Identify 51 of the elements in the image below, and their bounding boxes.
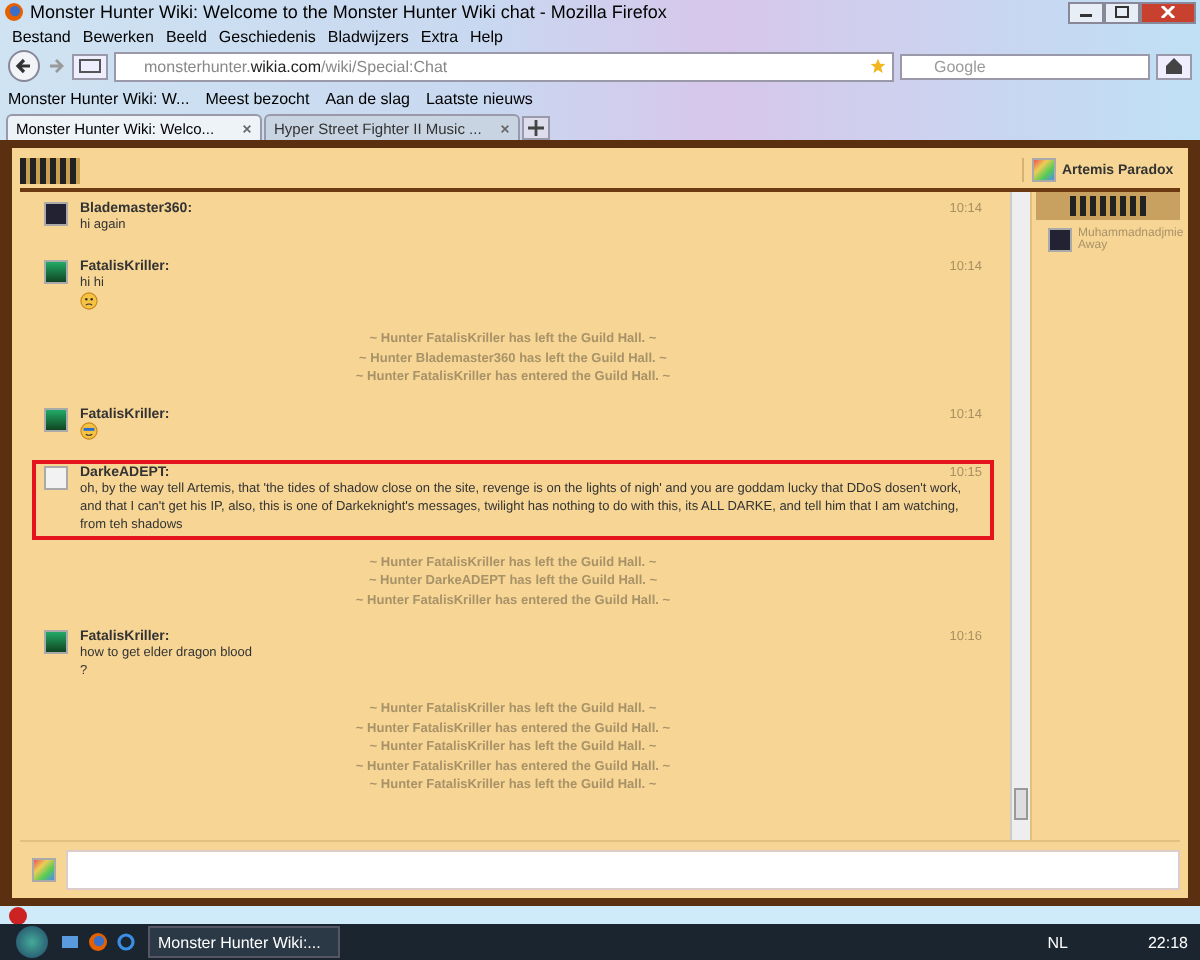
feed-button[interactable] <box>72 53 108 79</box>
maximize-button[interactable] <box>1104 1 1140 23</box>
close-tab-icon[interactable] <box>242 123 252 133</box>
bookmark-item[interactable]: Laatste nieuws <box>425 89 533 107</box>
address-field[interactable]: monsterhunter.wikia.com/wiki/Special:Chat <box>114 51 894 81</box>
menu-item[interactable]: Bestand <box>12 27 71 45</box>
bookmark-item[interactable]: Meest bezocht <box>205 89 310 107</box>
screen-icon <box>78 58 102 74</box>
menu-item[interactable]: Geschiedenis <box>218 27 316 45</box>
home-button[interactable] <box>1156 53 1192 79</box>
message-input[interactable] <box>66 850 1180 890</box>
wiki-logo <box>20 157 80 183</box>
close-icon <box>1160 6 1176 18</box>
firefox-icon <box>4 2 24 22</box>
menu-item[interactable]: Beeld <box>165 27 207 45</box>
scrollbar[interactable] <box>1010 192 1030 840</box>
avatar-icon <box>44 260 68 284</box>
avatar-icon <box>32 858 56 882</box>
sunglasses-smiley-icon <box>80 421 98 439</box>
clock[interactable]: 22:18 <box>1147 933 1188 951</box>
bookmark-item[interactable]: Monster Hunter Wiki: W... <box>8 89 190 107</box>
language-indicator[interactable]: NL <box>1047 933 1068 951</box>
window-title: Monster Hunter Wiki: Welcome to the Monster Hunter Wiki chat - Mozilla Firefox <box>30 2 669 22</box>
avatar-icon <box>44 465 68 489</box>
avatar-icon <box>44 630 68 654</box>
avatar-icon <box>1032 158 1056 182</box>
menu-item[interactable]: Help <box>470 27 503 45</box>
back-arrow-icon <box>14 56 34 76</box>
close-button[interactable] <box>1140 1 1196 23</box>
avatar-icon <box>44 202 68 226</box>
adblock-icon <box>8 905 28 925</box>
maximize-icon <box>1114 6 1130 18</box>
bookmark-item[interactable]: Aan de slag <box>325 89 410 107</box>
firefox-icon[interactable] <box>88 932 108 952</box>
wiki-users-header <box>1036 192 1180 220</box>
frown-smiley-icon <box>80 292 98 310</box>
close-tab-icon[interactable] <box>500 123 510 133</box>
menu-item[interactable]: Bladwijzers <box>327 27 409 45</box>
avatar-icon <box>1048 228 1072 252</box>
home-icon <box>1164 56 1184 76</box>
avatar-icon <box>44 407 68 431</box>
taskbar-button[interactable]: Monster Hunter Wiki:... <box>148 926 340 958</box>
desktop-icon[interactable] <box>60 932 80 952</box>
minimize-button[interactable] <box>1068 1 1104 23</box>
back-button[interactable] <box>8 50 40 82</box>
internet-explorer-icon[interactable] <box>116 932 136 952</box>
new-tab-button[interactable] <box>522 116 550 140</box>
menu-item[interactable]: Extra <box>420 27 459 45</box>
star-icon[interactable] <box>870 58 886 74</box>
start-button[interactable] <box>16 926 48 958</box>
menu-item[interactable]: Bewerken <box>82 27 154 45</box>
